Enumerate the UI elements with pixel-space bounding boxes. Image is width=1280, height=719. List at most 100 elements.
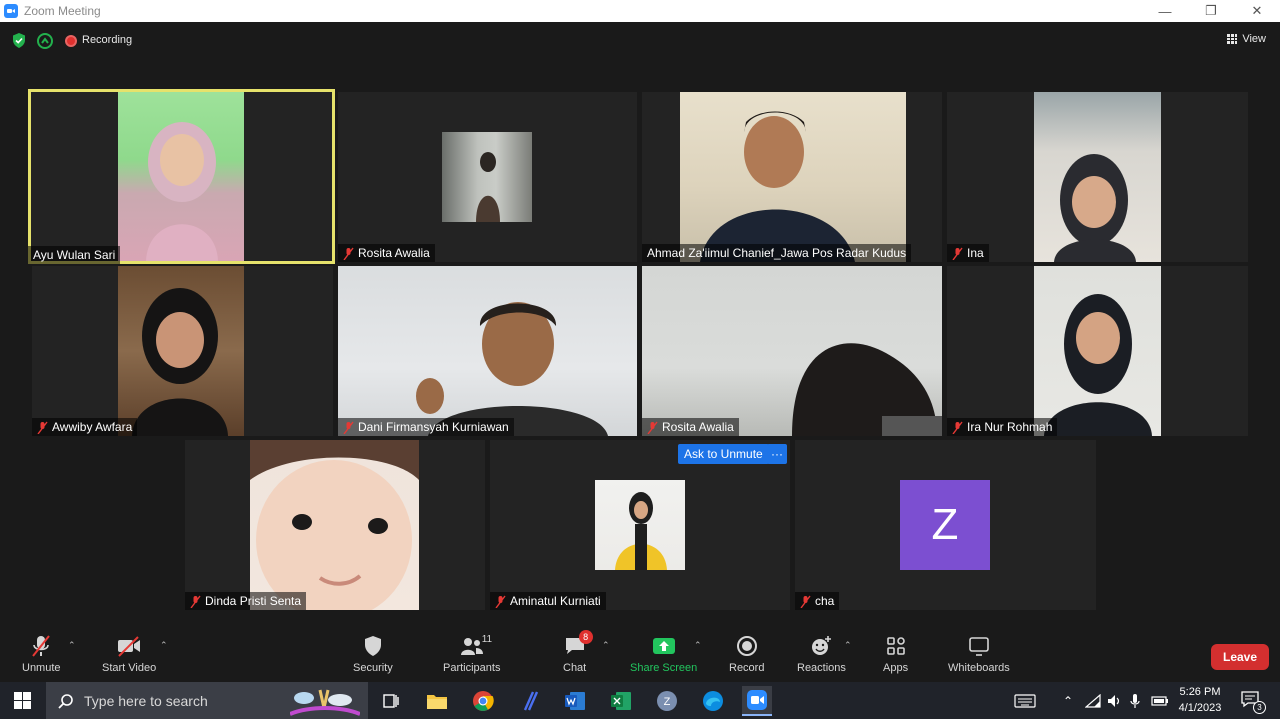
meeting-toolbar: Unmute ⌃ Start Video ⌃ Security 11 Parti…: [0, 626, 1280, 682]
chat-bubble-icon: 8: [564, 630, 593, 658]
muted-mic-icon: [647, 421, 658, 434]
share-screen-icon: [652, 634, 676, 658]
video-tile[interactable]: Z cha: [795, 440, 1096, 610]
task-view-icon[interactable]: [376, 686, 406, 716]
video-off-icon: [116, 634, 142, 658]
video-tile[interactable]: Ira Nur Rohmah: [947, 266, 1248, 436]
participants-count: 11: [481, 634, 493, 645]
smiley-icon: [810, 634, 832, 658]
close-button[interactable]: ✕: [1234, 0, 1280, 22]
chrome-icon[interactable]: [468, 686, 498, 716]
participant-video: [442, 132, 532, 222]
participant-name-label: Rosita Awalia: [338, 244, 435, 262]
system-tray: [1014, 682, 1036, 719]
muted-mic-icon: [952, 247, 963, 260]
keyboard-icon[interactable]: [1014, 693, 1036, 709]
zoom-taskbar-icon[interactable]: Z: [652, 686, 682, 716]
record-icon: [736, 634, 758, 658]
network-icon[interactable]: [1085, 682, 1101, 719]
participant-video: [1034, 266, 1161, 436]
whiteboard-icon: [968, 634, 990, 658]
windows-taskbar: Type here to search Z ⌃ 5:26 PM 4/1/2023…: [0, 682, 1280, 719]
chat-button[interactable]: 8 Chat: [563, 630, 593, 674]
participant-video: [118, 266, 244, 436]
participant-video: [642, 266, 942, 436]
participant-name-label: Rosita Awalia: [642, 418, 739, 436]
notification-center-icon[interactable]: 3: [1240, 690, 1266, 714]
notes-app-icon[interactable]: [516, 686, 546, 716]
video-tile[interactable]: Dinda Pristi Senta: [185, 440, 485, 610]
view-button[interactable]: View: [1227, 33, 1266, 45]
chat-options-caret-icon[interactable]: ⌃: [602, 640, 610, 651]
share-screen-button[interactable]: Share Screen: [630, 634, 697, 674]
video-tile[interactable]: Rosita Awalia: [642, 266, 942, 436]
record-button[interactable]: Record: [729, 634, 764, 674]
svg-text:Z: Z: [664, 696, 671, 708]
video-tile[interactable]: Ahmad Za'iimul Chanief_Jawa Pos Radar Ku…: [642, 92, 942, 262]
word-icon[interactable]: [560, 686, 590, 716]
video-tile[interactable]: Aminatul Kurniati: [490, 440, 790, 610]
participant-video: [118, 92, 244, 261]
reactions-button[interactable]: Reactions: [797, 634, 846, 674]
taskbar-search-box[interactable]: Type here to search: [46, 682, 368, 719]
video-tile[interactable]: Ayu Wulan Sari: [28, 89, 335, 264]
leave-button[interactable]: Leave: [1211, 644, 1269, 670]
meeting-topbar: Recording View: [0, 22, 1280, 58]
participant-video: [680, 92, 906, 262]
participant-video: [1034, 92, 1161, 262]
muted-microphone-icon: [29, 634, 53, 658]
minimize-button[interactable]: —: [1142, 0, 1188, 22]
participant-name-label: Ahmad Za'iimul Chanief_Jawa Pos Radar Ku…: [642, 244, 912, 262]
ask-to-unmute-button[interactable]: Ask to Unmute: [678, 444, 769, 464]
encryption-shield-icon[interactable]: [12, 33, 26, 48]
connection-status-icon[interactable]: [37, 33, 53, 49]
microphone-in-use-icon[interactable]: [1130, 682, 1140, 719]
excel-icon[interactable]: [606, 686, 636, 716]
notification-count-badge: 3: [1253, 701, 1266, 714]
video-options-caret-icon[interactable]: ⌃: [160, 640, 168, 651]
video-tile[interactable]: Rosita Awalia: [338, 92, 637, 262]
start-video-button[interactable]: Start Video: [102, 634, 156, 674]
taskbar-clock[interactable]: 5:26 PM 4/1/2023: [1172, 684, 1228, 716]
windows-start-icon[interactable]: [14, 692, 31, 709]
participant-video: [250, 440, 419, 610]
audio-options-caret-icon[interactable]: ⌃: [68, 640, 76, 651]
tile-more-options-button[interactable]: ···: [767, 444, 787, 464]
file-explorer-icon[interactable]: [422, 686, 452, 716]
participant-name-label: Awwiby Awfara: [32, 418, 138, 436]
participant-name-label: Ina: [947, 244, 989, 262]
muted-mic-icon: [952, 421, 963, 434]
zoom-meeting-taskbar-icon[interactable]: [742, 686, 772, 716]
participant-name-label: Dinda Pristi Senta: [185, 592, 307, 610]
view-label: View: [1242, 33, 1266, 45]
whiteboards-button[interactable]: Whiteboards: [948, 634, 1010, 674]
unmute-button[interactable]: Unmute: [22, 634, 61, 674]
video-tile[interactable]: Dani Firmansyah Kurniawan: [338, 266, 637, 436]
muted-mic-icon: [190, 595, 201, 608]
recording-indicator-icon: [65, 35, 77, 47]
battery-icon[interactable]: [1151, 682, 1169, 719]
apps-button[interactable]: Apps: [883, 634, 908, 674]
participants-button[interactable]: 11 Participants: [443, 634, 500, 674]
recording-label[interactable]: Recording: [82, 34, 132, 46]
edge-icon[interactable]: [698, 686, 728, 716]
participant-name-label: cha: [795, 592, 840, 610]
speaker-icon[interactable]: [1107, 682, 1123, 719]
muted-mic-icon: [800, 595, 811, 608]
search-icon: [58, 693, 73, 709]
security-button[interactable]: Security: [353, 634, 393, 674]
show-hidden-icons-chevron-icon[interactable]: ⌃: [1063, 682, 1073, 719]
video-tile[interactable]: Awwiby Awfara: [32, 266, 333, 436]
muted-mic-icon: [37, 421, 48, 434]
search-highlight-art-icon: [290, 689, 360, 716]
participant-avatar: Z: [900, 480, 990, 570]
share-options-caret-icon[interactable]: ⌃: [694, 640, 702, 651]
maximize-button[interactable]: ❐: [1188, 0, 1234, 22]
apps-icon: [886, 634, 906, 658]
muted-mic-icon: [495, 595, 506, 608]
participant-video: [338, 266, 637, 436]
reactions-options-caret-icon[interactable]: ⌃: [844, 640, 852, 651]
participant-name-label: Ayu Wulan Sari: [28, 246, 121, 264]
video-tile[interactable]: Ina: [947, 92, 1248, 262]
grid-view-icon: [1227, 34, 1238, 44]
